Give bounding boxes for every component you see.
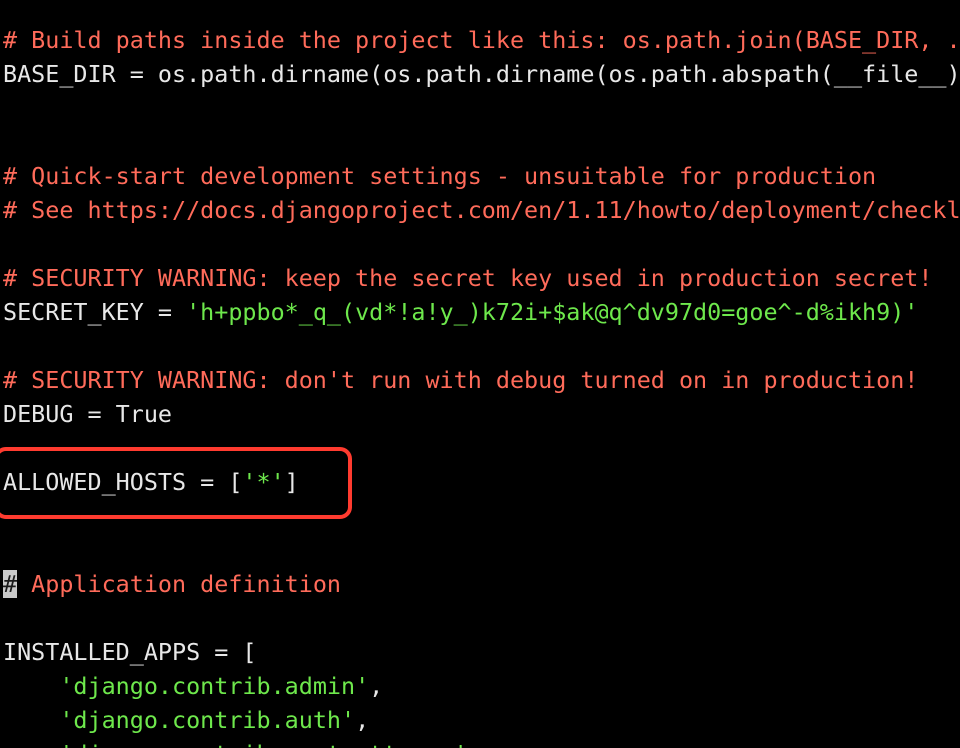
code-line: # Quick-start development settings - uns… (3, 159, 960, 193)
allowed-hosts-highlight-box (0, 447, 352, 519)
code-text: INSTALLED_APPS = [ (3, 638, 257, 666)
code-line: # Application definition (3, 567, 960, 601)
code-line: 'django.contrib.auth', (3, 703, 960, 737)
text-cursor: # (3, 570, 18, 598)
code-comment: # Build paths inside the project like th… (3, 26, 960, 54)
code-string: 'django.contrib.contenttypes' (59, 740, 467, 748)
code-comment: # SECURITY WARNING: don't run with debug… (3, 366, 919, 394)
code-line: DEBUG = True (3, 397, 960, 431)
code-line: BASE_DIR = os.path.dirname(os.path.dirna… (3, 57, 960, 91)
code-editor[interactable]: # Build paths inside the project like th… (0, 0, 960, 748)
code-area[interactable]: # Build paths inside the project like th… (3, 23, 960, 748)
code-text: DEBUG = True (3, 400, 172, 428)
code-line: # SECURITY WARNING: don't run with debug… (3, 363, 960, 397)
code-string: 'django.contrib.auth' (59, 706, 356, 734)
code-line: 'django.contrib.admin', (3, 669, 960, 703)
code-text: , (369, 672, 384, 700)
code-comment: # See https://docs.djangoproject.com/en/… (3, 196, 960, 224)
code-string: 'h+ppbo*_q_(vd*!a!y_)k72i+$ak@q^dv97d0=g… (186, 298, 919, 326)
code-text: , (355, 706, 370, 734)
code-line: # Build paths inside the project like th… (3, 23, 960, 57)
code-comment: Application definition (17, 570, 341, 598)
code-comment: # SECURITY WARNING: keep the secret key … (3, 264, 933, 292)
code-string: 'django.contrib.admin' (59, 672, 370, 700)
code-text: BASE_DIR = os.path.dirname(os.path.dirna… (3, 60, 960, 88)
code-line: 'django.contrib.contenttypes', (3, 737, 960, 748)
code-text: SECRET_KEY = (3, 298, 187, 326)
code-line: # See https://docs.djangoproject.com/en/… (3, 193, 960, 227)
code-line: INSTALLED_APPS = [ (3, 635, 960, 669)
code-comment: # Quick-start development settings - uns… (3, 162, 877, 190)
code-line: # SECURITY WARNING: keep the secret key … (3, 261, 960, 295)
code-line: SECRET_KEY = 'h+ppbo*_q_(vd*!a!y_)k72i+$… (3, 295, 960, 329)
code-text: , (468, 740, 482, 748)
